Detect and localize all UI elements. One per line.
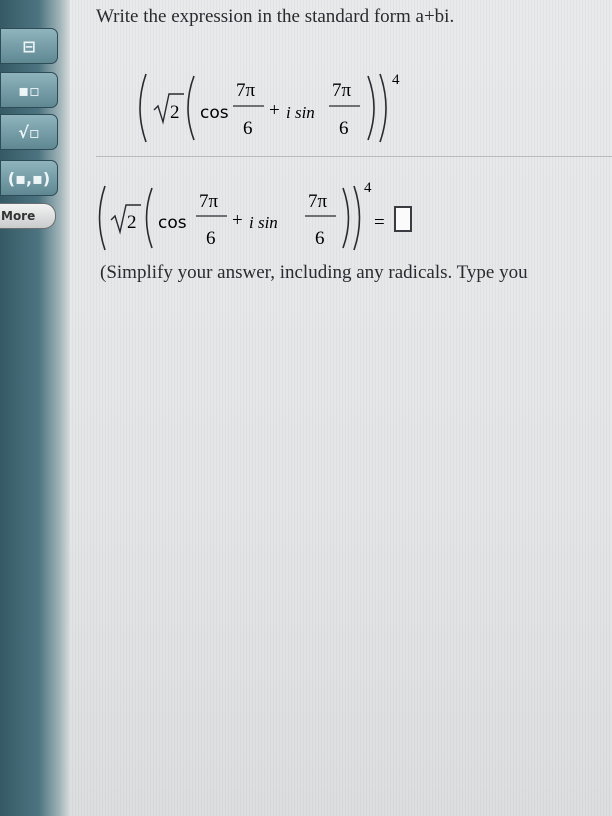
fraction-icon: ⊟ xyxy=(22,36,36,56)
answer-radical-sign xyxy=(110,204,141,235)
plus-sign: + xyxy=(269,100,280,121)
answer-sin-numerator: 7π xyxy=(308,191,328,212)
inner-right-paren xyxy=(367,75,375,141)
given-expression: 2 cos 7π 6 + i sin 7π 6 4 xyxy=(136,66,426,155)
answer-outer-left-paren xyxy=(98,185,106,251)
radicand: 2 xyxy=(170,102,180,123)
palette-ordered-pair-button[interactable]: (▪,▪) xyxy=(0,160,58,196)
inner-left-paren xyxy=(187,75,195,141)
palette-mixed-number-button[interactable]: ▪▫ xyxy=(0,72,58,108)
answer-input-box[interactable] xyxy=(394,206,412,232)
question-text: Write the expression in the standard for… xyxy=(96,6,454,28)
palette-more-button[interactable]: More xyxy=(0,203,56,229)
answer-cos-label: cos xyxy=(158,213,187,233)
exponent: 4 xyxy=(392,72,400,88)
equals-sign: = xyxy=(374,212,385,233)
sqrt-icon: √▫ xyxy=(18,122,40,142)
answer-cos-denominator: 6 xyxy=(206,228,216,249)
instruction-text: (Simplify your answer, including any rad… xyxy=(100,262,528,283)
cos-label: cos xyxy=(200,103,229,123)
sin-numerator: 7π xyxy=(332,80,352,101)
sin-label: i sin xyxy=(286,103,315,122)
more-label: More xyxy=(1,209,36,223)
answer-exponent: 4 xyxy=(364,180,372,196)
ordered-pair-icon: (▪,▪) xyxy=(7,168,51,188)
answer-sin-denominator: 6 xyxy=(315,228,325,249)
answer-sin-label: i sin xyxy=(249,213,278,232)
divider xyxy=(96,156,612,157)
answer-expression-svg: 2 cos 7π 6 + i sin 7π 6 4 = xyxy=(98,180,385,251)
mixed-number-icon: ▪▫ xyxy=(18,80,40,100)
answer-cos-numerator: 7π xyxy=(199,191,219,212)
math-palette: ⊟ ▪▫ √▫ (▪,▪) More xyxy=(0,0,70,816)
given-expression-svg: 2 cos 7π 6 + i sin 7π 6 4 xyxy=(139,72,400,143)
radical-sign xyxy=(153,93,184,125)
cos-numerator: 7π xyxy=(236,80,256,101)
outer-left-paren xyxy=(139,73,147,143)
palette-sqrt-button[interactable]: √▫ xyxy=(0,114,58,150)
answer-inner-right-paren xyxy=(342,187,350,249)
answer-radicand: 2 xyxy=(127,212,137,233)
question-prefix: Write the expression in the standard for… xyxy=(96,6,416,27)
standard-form: a+bi. xyxy=(415,6,455,27)
palette-fraction-button[interactable]: ⊟ xyxy=(0,28,58,64)
sin-denominator: 6 xyxy=(339,118,349,139)
outer-right-paren xyxy=(379,73,387,143)
cos-denominator: 6 xyxy=(243,118,253,139)
answer-inner-left-paren xyxy=(145,187,153,249)
answer-plus-sign: + xyxy=(232,210,243,231)
answer-outer-right-paren xyxy=(353,185,361,251)
answer-expression: 2 cos 7π 6 + i sin 7π 6 4 = xyxy=(96,178,436,263)
